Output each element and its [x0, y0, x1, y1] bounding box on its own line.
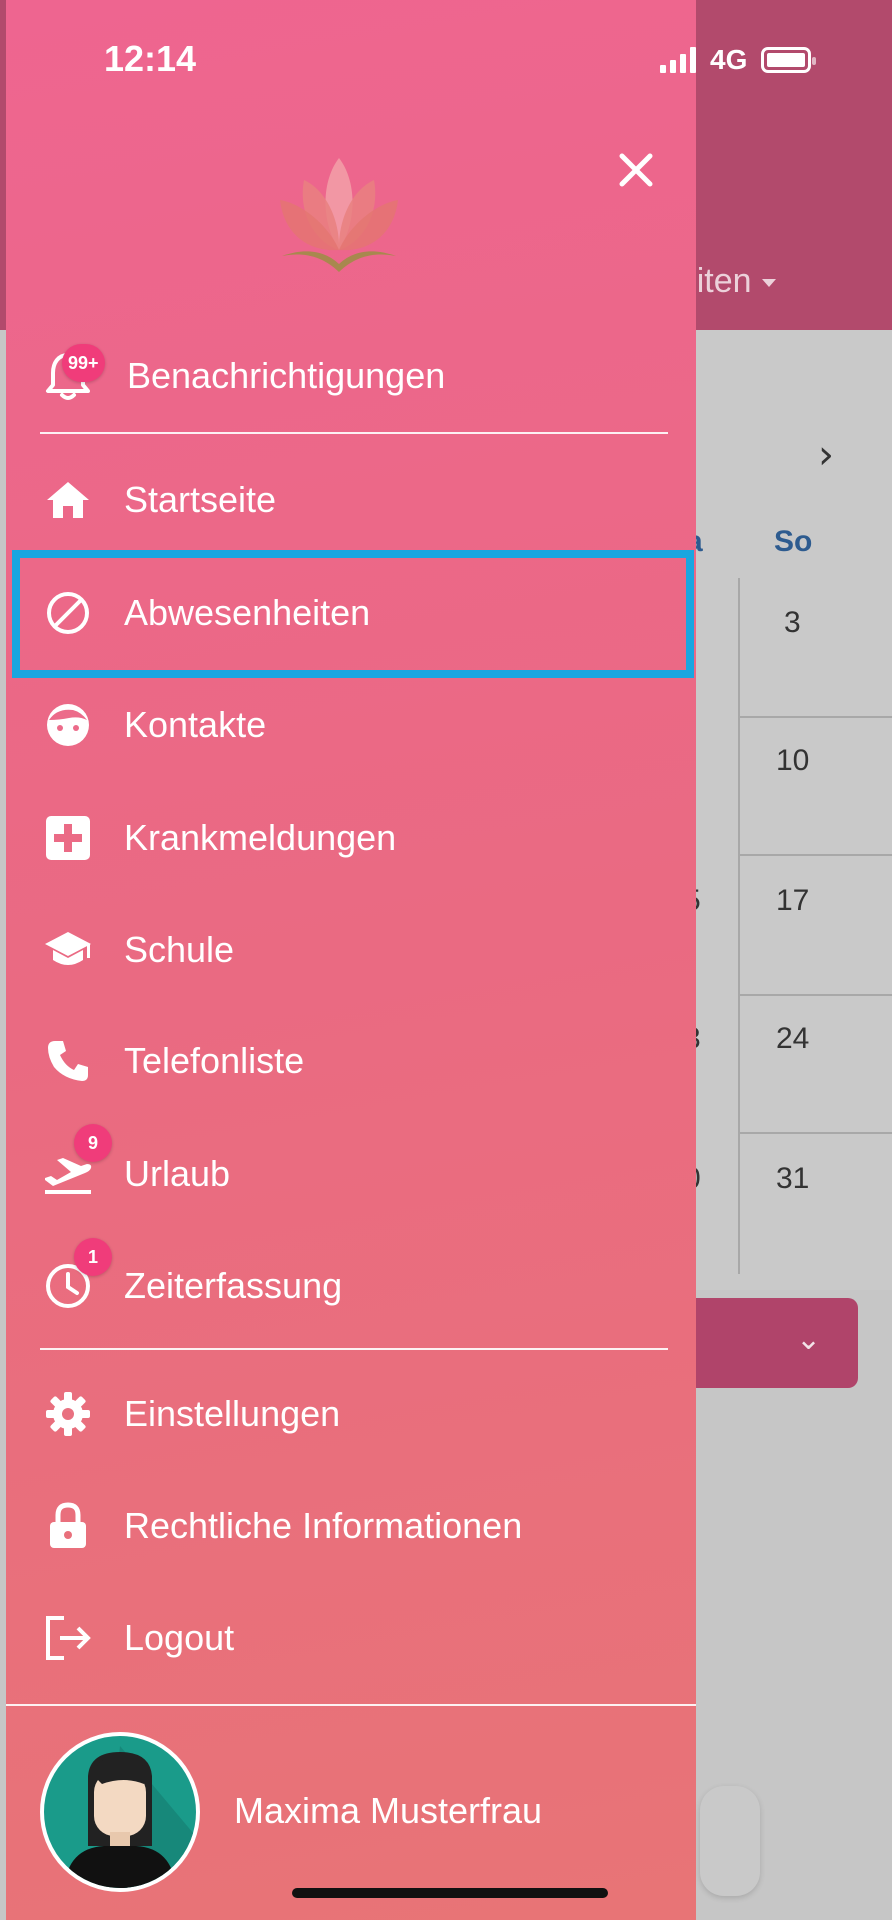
menu-label: Einstellungen — [124, 1393, 341, 1434]
face-icon — [40, 697, 96, 753]
menu-item-schule[interactable]: Schule — [6, 900, 696, 1000]
graduation-cap-icon — [40, 922, 96, 978]
profile-name: Maxima Musterfrau — [234, 1790, 543, 1831]
status-indicators: 4G — [660, 44, 817, 76]
calendar-grid-line — [738, 1132, 892, 1134]
lock-icon — [40, 1498, 96, 1554]
home-indicator[interactable] — [292, 1888, 608, 1898]
menu-item-zeiterfassung[interactable]: 1 Zeiterfassung — [6, 1236, 696, 1336]
medical-cross-icon — [40, 810, 96, 866]
battery-icon — [761, 47, 817, 73]
divider — [40, 1348, 668, 1350]
home-icon — [40, 472, 96, 528]
menu-label: Rechtliche Informationen — [124, 1505, 523, 1546]
background-card — [700, 1786, 760, 1896]
menu-label: Benachrichtigungen — [127, 355, 446, 396]
calendar-grid-line — [738, 994, 892, 996]
menu-item-rechtliche-informationen[interactable]: Rechtliche Informationen — [6, 1476, 696, 1576]
menu-item-benachrichtigungen[interactable]: 99+ Benachrichtigungen — [6, 326, 696, 426]
menu-item-kontakte[interactable]: Kontakte — [6, 675, 696, 775]
menu-label: Telefonliste — [124, 1040, 305, 1081]
calendar-day[interactable]: 10 — [776, 744, 809, 778]
menu-item-telefonliste[interactable]: Telefonliste — [6, 1011, 696, 1111]
signal-icon — [660, 47, 696, 73]
menu-label: Kontakte — [124, 704, 267, 745]
menu-label: Startseite — [124, 479, 277, 520]
calendar-day[interactable]: 3 — [784, 606, 801, 640]
chevron-right-icon[interactable]: › — [818, 432, 834, 478]
divider — [6, 1704, 696, 1706]
avatar — [40, 1732, 200, 1892]
calendar-grid-line — [738, 578, 740, 1274]
menu-item-krankmeldungen[interactable]: Krankmeldungen — [6, 788, 696, 888]
menu-label: Zeiterfassung — [124, 1265, 343, 1306]
chevron-down-icon: ⌄ — [796, 1322, 822, 1357]
calendar-day[interactable]: 17 — [776, 884, 809, 918]
menu-label: Logout — [124, 1617, 235, 1658]
notification-badge: 99+ — [62, 344, 105, 382]
zeiterfassung-badge: 1 — [74, 1238, 112, 1276]
day-name-sunday: So — [774, 525, 813, 558]
close-icon[interactable] — [612, 146, 660, 194]
menu-item-einstellungen[interactable]: Einstellungen — [6, 1364, 696, 1464]
menu-label: Krankmeldungen — [124, 817, 397, 858]
calendar-grid-line — [738, 716, 892, 718]
menu-item-startseite[interactable]: Startseite — [6, 450, 696, 550]
network-type: 4G — [710, 44, 748, 75]
gear-icon — [40, 1386, 96, 1442]
menu-item-urlaub[interactable]: 9 Urlaub — [6, 1124, 696, 1224]
urlaub-badge: 9 — [74, 1124, 112, 1162]
selection-highlight — [12, 550, 694, 678]
divider — [40, 432, 668, 434]
navigation-drawer: 12:14 4G 99+ Benachrichtigungen Startsei… — [6, 0, 817, 1920]
menu-label: Urlaub — [124, 1153, 231, 1194]
calendar-day[interactable]: 31 — [776, 1162, 809, 1196]
menu-item-logout[interactable]: Logout — [6, 1588, 696, 1688]
status-time: 12:14 — [104, 38, 197, 79]
calendar-grid-line — [738, 854, 892, 856]
menu-label: Schule — [124, 929, 235, 970]
calendar-day[interactable]: 24 — [776, 1022, 809, 1056]
caret-down-icon — [761, 279, 776, 288]
phone-icon — [40, 1033, 96, 1089]
lotus-logo — [280, 158, 398, 272]
logout-icon — [40, 1610, 96, 1666]
